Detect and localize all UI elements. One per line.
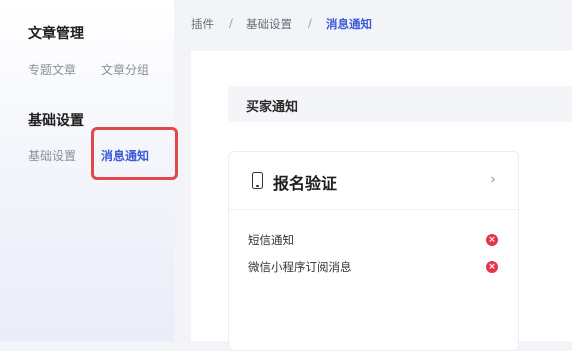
card-title: 报名验证 bbox=[273, 174, 338, 193]
disabled-status-icon: × bbox=[486, 261, 498, 273]
breadcrumb-item-basic-settings[interactable]: 基础设置 bbox=[246, 16, 292, 32]
sidebar: 文章管理 专题文章 文章分组 基础设置 基础设置 消息通知 bbox=[0, 0, 174, 341]
sidebar-item-article-groups[interactable]: 文章分组 bbox=[101, 61, 149, 78]
notification-card[interactable]: 报名验证 › 短信通知 × 微信小程序订阅消息 × bbox=[228, 151, 519, 351]
sidebar-item-basic-settings[interactable]: 基础设置 bbox=[28, 147, 76, 164]
row-label: 短信通知 bbox=[248, 233, 294, 247]
section-title: 买家通知 bbox=[246, 100, 299, 115]
sidebar-item-message-notification[interactable]: 消息通知 bbox=[101, 147, 149, 164]
list-item: 短信通知 × bbox=[229, 230, 518, 250]
breadcrumb-item-current: 消息通知 bbox=[326, 17, 372, 31]
breadcrumb-separator: / bbox=[308, 16, 312, 30]
disabled-status-icon: × bbox=[486, 234, 498, 246]
chevron-right-icon[interactable]: › bbox=[490, 170, 496, 188]
sidebar-group-title-articles: 文章管理 bbox=[28, 26, 84, 42]
breadcrumb-separator: / bbox=[229, 16, 233, 30]
breadcrumb-item-plugins[interactable]: 插件 bbox=[191, 16, 214, 32]
card-header[interactable]: 报名验证 › bbox=[229, 152, 518, 210]
sidebar-group-title-basic-settings: 基础设置 bbox=[28, 113, 84, 129]
sidebar-item-topic-articles[interactable]: 专题文章 bbox=[28, 61, 76, 78]
breadcrumb bbox=[174, 0, 572, 46]
phone-icon bbox=[252, 172, 263, 189]
row-label: 微信小程序订阅消息 bbox=[248, 260, 352, 274]
list-item: 微信小程序订阅消息 × bbox=[229, 257, 518, 277]
section-header: 买家通知 bbox=[228, 86, 572, 122]
